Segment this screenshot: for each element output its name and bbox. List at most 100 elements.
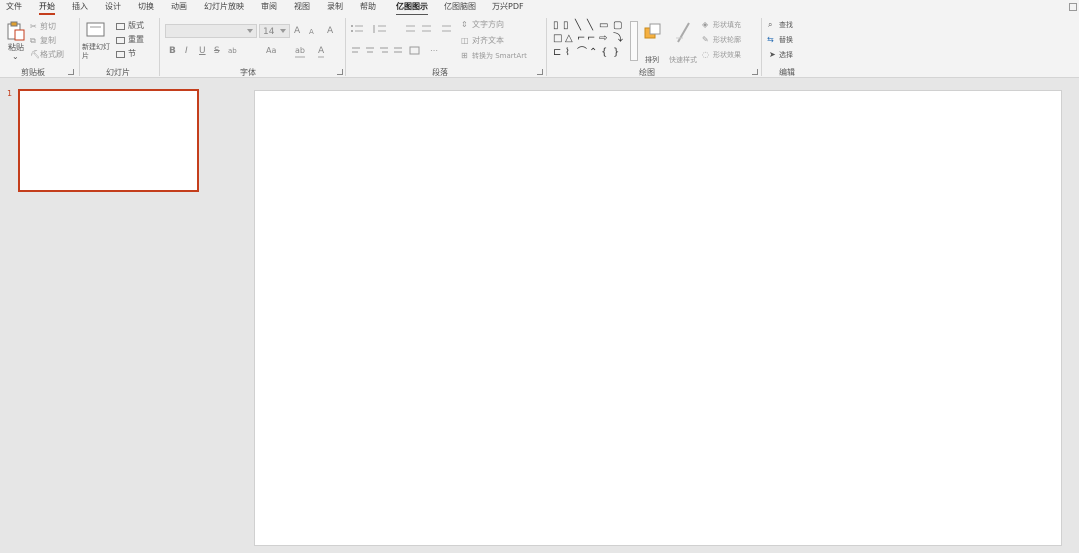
arrange-icon[interactable] xyxy=(644,23,662,41)
quick-styles-icon[interactable] xyxy=(675,20,693,46)
tab-edraw-mind[interactable]: 亿图脑图 xyxy=(444,2,476,12)
text-direction-button[interactable]: 文字方向 xyxy=(472,20,504,30)
shape-outline-icon[interactable]: ✎ xyxy=(702,35,709,45)
line-shape-icon[interactable]: ╲ xyxy=(587,20,593,32)
rectangle-shape-icon[interactable]: ▭ xyxy=(599,20,608,32)
shape-fill-icon[interactable]: ◈ xyxy=(702,20,708,30)
cut-button[interactable]: 剪切 xyxy=(40,22,56,32)
tab-edraw[interactable]: 亿图图示 xyxy=(396,2,428,15)
slide-thumbnail[interactable] xyxy=(18,89,199,192)
tab-review[interactable]: 审阅 xyxy=(261,2,277,12)
clear-format-button[interactable]: A xyxy=(327,26,333,36)
tab-transitions[interactable]: 切换 xyxy=(138,2,154,12)
paste-icon[interactable] xyxy=(6,21,26,41)
highlight-button[interactable]: ab xyxy=(295,46,305,58)
replace-button[interactable]: 替换 xyxy=(779,35,793,45)
tab-insert[interactable]: 插入 xyxy=(72,2,88,12)
bullets-icon[interactable] xyxy=(350,24,364,34)
shape-fill-button[interactable]: 形状填充 xyxy=(713,20,741,30)
new-slide-icon[interactable] xyxy=(86,21,106,39)
align-text-icon[interactable]: ◫ xyxy=(461,36,469,46)
clipboard-group-label: 剪贴板 xyxy=(21,68,45,77)
shrink-font-button[interactable]: A xyxy=(309,27,314,37)
font-color-button[interactable]: A xyxy=(318,46,325,58)
increase-indent-icon[interactable] xyxy=(418,24,432,34)
brace-left-shape-icon[interactable]: { xyxy=(601,47,607,59)
tab-wondershare-pdf[interactable]: 万兴PDF xyxy=(492,2,524,12)
connector-shape-icon[interactable]: ⌐ xyxy=(587,33,595,45)
font-name-combo[interactable] xyxy=(165,24,257,38)
textbox-shape-icon[interactable]: ▯ xyxy=(553,20,559,32)
find-button[interactable]: 查找 xyxy=(779,20,793,30)
select-cursor-icon[interactable]: ➤ xyxy=(769,50,776,60)
line-shape-icon[interactable]: ╲ xyxy=(575,20,581,32)
shape-effects-icon[interactable]: ◌ xyxy=(702,50,709,60)
freeform-shape-icon[interactable]: ⌇ xyxy=(565,47,570,59)
copy-button[interactable]: 复制 xyxy=(40,36,56,46)
slide-canvas[interactable] xyxy=(254,90,1062,546)
arrow-shape-icon[interactable]: ⇨ xyxy=(599,33,607,45)
copy-icon[interactable]: ⧉ xyxy=(30,36,36,46)
font-launcher-icon[interactable] xyxy=(337,69,343,75)
strikethrough-button[interactable]: S xyxy=(214,46,220,56)
decrease-indent-icon[interactable] xyxy=(402,24,416,34)
italic-button[interactable]: I xyxy=(185,46,188,56)
numbering-icon[interactable] xyxy=(373,24,387,34)
rect-shape-icon[interactable]: □ xyxy=(553,33,562,45)
quick-styles-button[interactable]: 快速样式 xyxy=(669,55,697,65)
smartart-button[interactable]: 转换为 SmartArt xyxy=(472,51,527,61)
font-size-combo[interactable]: 14 xyxy=(259,24,290,38)
search-icon[interactable]: ⌕ xyxy=(768,20,772,30)
triangle-shape-icon[interactable]: △ xyxy=(565,33,573,45)
format-painter-button[interactable]: 格式刷 xyxy=(40,50,64,60)
clipboard-launcher-icon[interactable] xyxy=(68,69,74,75)
bend-arrow-shape-icon[interactable]: ⤵ xyxy=(613,33,623,45)
arc-shape-icon[interactable]: ⌃ xyxy=(589,47,597,59)
align-text-button[interactable]: 对齐文本 xyxy=(472,36,504,46)
new-slide-button[interactable]: 新建幻灯片 xyxy=(82,43,112,61)
paste-dropdown-icon[interactable]: ⌄ xyxy=(12,52,19,62)
vertical-textbox-shape-icon[interactable]: ▯ xyxy=(563,20,569,32)
tab-file[interactable]: 文件 xyxy=(6,2,22,12)
tab-help[interactable]: 帮助 xyxy=(360,2,376,12)
alignment-icons[interactable] xyxy=(350,46,422,56)
smartart-icon[interactable]: ⊞ xyxy=(461,51,468,61)
shape-effects-button[interactable]: 形状效果 xyxy=(713,50,741,60)
tab-design[interactable]: 设计 xyxy=(105,2,121,12)
layout-icon[interactable] xyxy=(116,23,125,30)
shapes-gallery[interactable]: ▯ ▯ ╲ ╲ ▭ ▢ □ △ ⌐ ⌐ ⇨ ⤵ ⊏ ⌇ ⌒ ⌃ { } xyxy=(553,20,631,62)
format-painter-icon[interactable]: ⛏ xyxy=(30,50,40,60)
reset-button[interactable]: 重置 xyxy=(128,35,144,45)
columns-icon[interactable]: ⋯ xyxy=(430,46,438,56)
text-direction-icon[interactable]: ⇕ xyxy=(461,20,468,30)
layout-button[interactable]: 版式 xyxy=(128,21,144,31)
select-button[interactable]: 选择 xyxy=(779,50,793,60)
paragraph-launcher-icon[interactable] xyxy=(537,69,543,75)
shapes-gallery-scroll[interactable] xyxy=(630,21,638,61)
tab-slideshow[interactable]: 幻灯片放映 xyxy=(204,2,244,12)
cut-icon[interactable]: ✂ xyxy=(30,22,37,32)
bold-button[interactable]: B xyxy=(169,46,176,56)
tab-home[interactable]: 开始 xyxy=(39,2,55,15)
curve-shape-icon[interactable]: ⌒ xyxy=(577,47,587,59)
share-icon[interactable] xyxy=(1069,3,1077,11)
callout-shape-icon[interactable]: ⊏ xyxy=(553,47,561,59)
reset-icon[interactable] xyxy=(116,37,125,44)
arrange-button[interactable]: 排列 xyxy=(645,55,659,65)
replace-icon[interactable]: ⇆ xyxy=(767,35,774,45)
brace-right-shape-icon[interactable]: } xyxy=(613,47,619,59)
shadow-button[interactable]: ab xyxy=(228,46,237,56)
bracket-shape-icon[interactable]: ⌐ xyxy=(577,33,585,45)
tab-animations[interactable]: 动画 xyxy=(171,2,187,12)
section-button[interactable]: 节 xyxy=(128,49,136,59)
drawing-launcher-icon[interactable] xyxy=(752,69,758,75)
section-icon[interactable] xyxy=(116,51,125,58)
tab-view[interactable]: 视图 xyxy=(294,2,310,12)
underline-button[interactable]: U xyxy=(199,46,206,56)
change-case-button[interactable]: Aa xyxy=(266,46,276,56)
tab-record[interactable]: 录制 xyxy=(327,2,343,12)
rounded-rect-shape-icon[interactable]: ▢ xyxy=(613,20,622,32)
line-spacing-icon[interactable] xyxy=(438,24,452,34)
shape-outline-button[interactable]: 形状轮廓 xyxy=(713,35,741,45)
grow-font-button[interactable]: A xyxy=(294,26,300,36)
